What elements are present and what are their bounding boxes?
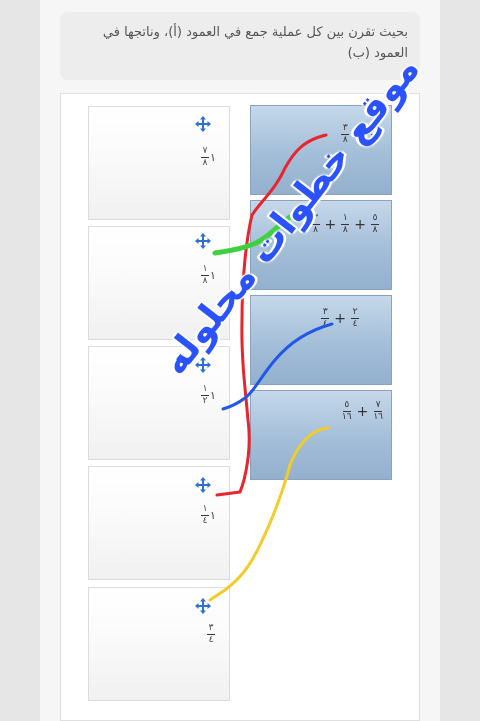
column-a-item-3[interactable]: ٢٤ + ٣٤	[250, 295, 392, 385]
column-b-item-3[interactable]: ١ ١٢	[88, 346, 230, 460]
fraction: ٧٨	[201, 146, 209, 168]
plus-sign: +	[334, 310, 346, 327]
column-b-item-4[interactable]: ١ ١٤	[88, 466, 230, 580]
fraction: ٧ ١٦	[373, 400, 383, 422]
move-arrows-icon[interactable]	[195, 598, 211, 614]
fraction: ٥٨	[371, 213, 379, 235]
expression: ٧ ١٦ + ٥ ١٦	[342, 401, 383, 422]
column-b-item-5[interactable]: ٣٤	[88, 587, 230, 701]
answer-value: ١ ١٢	[201, 384, 216, 406]
expression: ٢٤ + ٣٤	[321, 308, 359, 329]
answer-value: ١ ١٤	[201, 504, 216, 526]
move-arrows-icon[interactable]	[195, 233, 211, 249]
answer-value: ٣٤	[207, 624, 216, 645]
fraction: ١٤	[201, 504, 209, 526]
plus-sign: +	[356, 403, 369, 420]
fraction: ١٢	[201, 384, 209, 406]
column-b-item-1[interactable]: ١ ٧٨	[88, 106, 230, 220]
fraction: ٣٤	[321, 307, 330, 329]
fraction: ٢٤	[351, 307, 359, 329]
right-margin	[440, 0, 480, 721]
instruction-text: بحيث تقرن بين كل عملية جمع في العمود (أ)…	[60, 12, 420, 80]
move-arrows-icon[interactable]	[195, 116, 211, 132]
move-arrows-icon[interactable]	[195, 477, 211, 493]
plus-sign: +	[324, 216, 337, 233]
plus-sign: +	[354, 216, 366, 233]
fraction: ٣٤	[207, 623, 215, 645]
expression: ٥٨ + ١٨ + ٣٨	[311, 213, 379, 235]
answer-value: ١ ٧٨	[201, 146, 216, 168]
fraction: ٥ ١٦	[341, 400, 352, 422]
column-a-item-4[interactable]: ٧ ١٦ + ٥ ١٦	[250, 390, 392, 480]
fraction: ١٨	[341, 213, 350, 235]
left-margin	[0, 0, 40, 721]
